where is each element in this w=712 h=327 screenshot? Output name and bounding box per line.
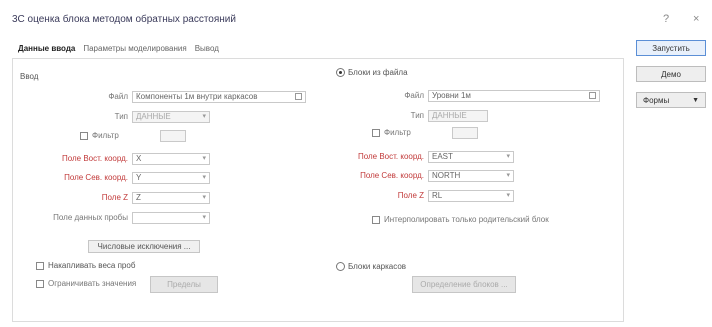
y-field-select[interactable]: Y ▾ <box>132 172 210 184</box>
limit-values-checkbox[interactable] <box>36 280 44 288</box>
block-x-select[interactable]: EAST ▾ <box>428 151 514 163</box>
x-field-label: Поле Вост. коорд. <box>61 154 128 163</box>
limit-values-label: Ограничивать значения <box>48 279 137 288</box>
block-z-label: Поле Z <box>397 191 424 200</box>
parent-block-checkbox[interactable] <box>372 216 380 224</box>
block-type-label: Тип <box>410 111 424 120</box>
grade-field-select[interactable]: ▾ <box>132 212 210 224</box>
block-y-label: Поле Сев. коорд. <box>360 171 424 180</box>
define-blocks-button[interactable]: Определение блоков ... <box>412 276 516 293</box>
block-x-label: Поле Вост. коорд. <box>357 152 424 161</box>
close-button[interactable]: × <box>693 13 699 25</box>
window-title: 3С оценка блока методом обратных расстоя… <box>12 14 236 25</box>
x-field-select[interactable]: X ▾ <box>132 153 210 165</box>
input-type-value: ДАННЫЕ <box>136 112 171 121</box>
input-file-value: Компоненты 1м внутри каркасов <box>136 92 258 101</box>
chevron-down-icon: ▾ <box>202 113 206 120</box>
tab-bar: Данные ввода Параметры моделирования Выв… <box>18 44 219 53</box>
tab-input-data[interactable]: Данные ввода <box>18 44 75 53</box>
y-field-value: Y <box>136 173 142 182</box>
block-filter-checkbox[interactable] <box>372 129 380 137</box>
carcass-blocks-label: Блоки каркасов <box>348 262 407 271</box>
chevron-down-icon: ▾ <box>506 153 510 160</box>
accumulate-weights-label: Накапливать веса проб <box>48 261 136 270</box>
input-file-field[interactable]: Компоненты 1м внутри каркасов <box>132 91 306 103</box>
demo-button[interactable]: Демо <box>636 66 706 82</box>
block-filter-label: Фильтр <box>384 128 411 137</box>
run-button[interactable]: Запустить <box>636 40 706 56</box>
accumulate-weights-checkbox[interactable] <box>36 262 44 270</box>
parent-block-label: Интерполировать только родительский блок <box>384 215 549 224</box>
chevron-down-icon: ▾ <box>506 192 510 199</box>
blocks-from-file-radio[interactable] <box>336 68 345 77</box>
block-type-field[interactable]: ДАННЫЕ <box>428 110 488 122</box>
forms-button[interactable]: Формы ▼ <box>636 92 706 108</box>
block-y-select[interactable]: NORTH ▾ <box>428 170 514 182</box>
block-type-value: ДАННЫЕ <box>432 111 467 120</box>
input-section-title: Ввод <box>20 72 39 81</box>
z-field-label: Поле Z <box>101 193 128 202</box>
grade-field-label: Поле данных пробы <box>53 213 128 222</box>
block-y-value: NORTH <box>432 171 461 180</box>
block-file-value: Уровни 1м <box>432 91 471 100</box>
input-type-select[interactable]: ДАННЫЕ ▾ <box>132 111 210 123</box>
tab-output[interactable]: Вывод <box>195 44 219 53</box>
browse-icon[interactable] <box>589 92 596 99</box>
y-field-label: Поле Сев. коорд. <box>64 173 128 182</box>
help-button[interactable]: ? <box>663 13 669 25</box>
chevron-down-icon: ▾ <box>202 155 206 162</box>
blocks-from-file-label: Блоки из файла <box>348 68 408 77</box>
type-label: Тип <box>114 112 128 121</box>
block-file-label: Файл <box>404 91 424 100</box>
block-filter-field[interactable] <box>452 127 478 139</box>
block-file-field[interactable]: Уровни 1м <box>428 90 600 102</box>
file-label: Файл <box>108 92 128 101</box>
browse-icon[interactable] <box>295 93 302 100</box>
tab-model-params[interactable]: Параметры моделирования <box>83 44 186 53</box>
numeric-exclusions-button[interactable]: Числовые исключения ... <box>88 240 200 253</box>
block-z-select[interactable]: RL ▾ <box>428 190 514 202</box>
carcass-blocks-radio[interactable] <box>336 262 345 271</box>
limits-button[interactable]: Пределы <box>150 276 218 293</box>
filter-label: Фильтр <box>92 131 119 140</box>
filter-checkbox[interactable] <box>80 132 88 140</box>
z-field-select[interactable]: Z ▾ <box>132 192 210 204</box>
z-field-value: Z <box>136 193 141 202</box>
chevron-down-icon: ▾ <box>506 172 510 179</box>
filter-field[interactable] <box>160 130 186 142</box>
chevron-down-icon: ▾ <box>202 194 206 201</box>
forms-label: Формы <box>643 95 670 105</box>
chevron-down-icon: ▼ <box>692 96 699 104</box>
chevron-down-icon: ▾ <box>202 214 206 221</box>
chevron-down-icon: ▾ <box>202 174 206 181</box>
x-field-value: X <box>136 154 142 163</box>
block-z-value: RL <box>432 191 443 200</box>
block-x-value: EAST <box>432 152 453 161</box>
